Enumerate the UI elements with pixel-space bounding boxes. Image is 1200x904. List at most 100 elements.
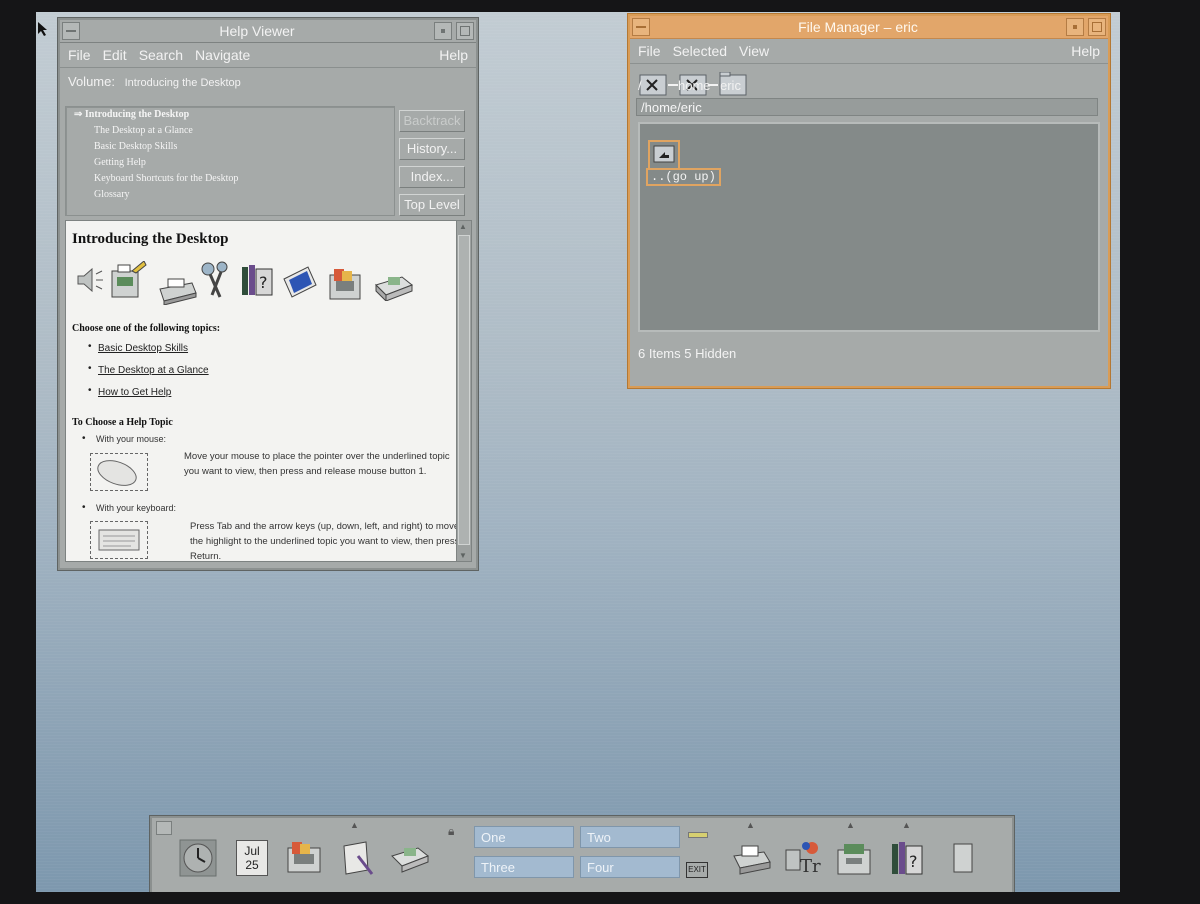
subpanel-up-arrow-icon[interactable]: ▲: [902, 820, 911, 830]
svg-text:?: ?: [909, 852, 918, 871]
help-content-pane: Introducing the Desktop ? Choose one of …: [65, 220, 463, 562]
desktop: Help Viewer File Edit Search Navigate He…: [36, 12, 1120, 892]
maximize-button[interactable]: [1088, 18, 1106, 36]
toc-item[interactable]: Getting Help: [66, 155, 394, 171]
printer-graphic-icon: [733, 845, 771, 875]
path-label-eric[interactable]: eric: [720, 78, 741, 93]
keys-icon: [201, 261, 228, 298]
bullet: •: [88, 385, 92, 396]
parent-folder-icon: [653, 145, 675, 163]
window-menu-button[interactable]: [632, 18, 650, 36]
window-menu-button[interactable]: [62, 22, 80, 40]
go-up-folder-icon[interactable]: [648, 140, 680, 170]
menu-selected[interactable]: Selected: [673, 43, 727, 59]
text-editor-icon[interactable]: [336, 836, 380, 880]
exit-button[interactable]: EXIT: [686, 862, 708, 878]
toc-item-label: Introducing the Desktop: [84, 109, 190, 120]
printer-icon: [159, 278, 197, 305]
keyboard-illustration: [90, 521, 148, 559]
svg-text:?: ?: [259, 273, 268, 292]
toc-item[interactable]: The Desktop at a Glance: [66, 123, 394, 139]
trash-graphic-icon: [953, 843, 973, 873]
maximize-button[interactable]: [456, 22, 474, 40]
volume-value: Introducing the Desktop: [124, 77, 241, 89]
application-manager-icon[interactable]: [832, 836, 876, 880]
topic-link-get-help[interactable]: How to Get Help: [98, 387, 171, 398]
desktop-style-icon: [283, 266, 317, 298]
toc-item[interactable]: Keyboard Shortcuts for the Desktop: [66, 171, 394, 187]
backtrack-button[interactable]: Backtrack: [399, 110, 465, 132]
mailer-icon[interactable]: [388, 836, 432, 880]
calendar-page: Jul 25: [236, 840, 268, 876]
workspace-two-button[interactable]: Two: [580, 826, 680, 848]
path-label-home[interactable]: home: [678, 78, 711, 93]
clock-icon[interactable]: [176, 836, 220, 880]
bullet: •: [82, 502, 86, 513]
menu-file[interactable]: File: [638, 43, 661, 59]
clock-face-icon: [179, 839, 217, 877]
root-folder-icon[interactable]: [639, 74, 667, 96]
to-choose-heading: To Choose a Help Topic: [72, 417, 173, 428]
top-level-button[interactable]: Top Level: [399, 194, 465, 216]
menu-view[interactable]: View: [739, 43, 769, 59]
toc-item-current[interactable]: ⇒ Introducing the Desktop: [66, 107, 394, 123]
status-line: 6 Items 5 Hidden: [638, 346, 737, 361]
calendar-month: Jul: [244, 844, 260, 858]
drawer-icon: [287, 842, 321, 873]
path-field[interactable]: /home/eric: [636, 98, 1098, 116]
scroll-thumb[interactable]: [458, 235, 470, 545]
app-drawer-icon: [837, 844, 871, 875]
svg-text:Tr: Tr: [800, 856, 821, 877]
menu-search[interactable]: Search: [139, 47, 183, 63]
menu-help[interactable]: Help: [439, 47, 468, 63]
menu-edit[interactable]: Edit: [103, 47, 127, 63]
file-view-area[interactable]: ..(go up): [638, 122, 1100, 332]
help-manager-icon[interactable]: ?: [886, 836, 930, 880]
scroll-up-icon[interactable]: ▲: [459, 222, 467, 231]
workspace-four-button[interactable]: Four: [580, 856, 680, 878]
panel-menu-button[interactable]: [156, 821, 172, 835]
file-manager-titlebar[interactable]: File Manager – eric: [630, 16, 1108, 39]
help-menubar: File Edit Search Navigate Help: [60, 43, 476, 68]
file-manager-window: File Manager – eric File Selected View H…: [628, 14, 1110, 388]
scroll-down-icon[interactable]: ▼: [459, 551, 467, 560]
choose-topics-heading: Choose one of the following topics:: [72, 323, 221, 334]
workspace-three-button[interactable]: Three: [474, 856, 574, 878]
subpanel-up-arrow-icon[interactable]: ▲: [746, 820, 755, 830]
topic-link-desktop-glance[interactable]: The Desktop at a Glance: [98, 365, 209, 376]
minimize-button[interactable]: [434, 22, 452, 40]
mouse-icon: [97, 460, 137, 486]
window-title: Help Viewer: [219, 23, 295, 39]
mouse-label: With your mouse:: [96, 434, 167, 444]
history-button[interactable]: History...: [399, 138, 465, 160]
index-button[interactable]: Index...: [399, 166, 465, 188]
go-up-label[interactable]: ..(go up): [646, 168, 721, 186]
help-scrollbar[interactable]: ▲ ▼: [456, 220, 472, 562]
help-viewer-titlebar[interactable]: Help Viewer: [60, 20, 476, 43]
file-manager-launcher-icon[interactable]: [282, 836, 326, 880]
toc-item[interactable]: Basic Desktop Skills: [66, 139, 394, 155]
menubar-spacer: [781, 43, 1059, 59]
subpanel-up-arrow-icon[interactable]: ▲: [846, 820, 855, 830]
lock-icon[interactable]: 🔒︎: [448, 824, 454, 839]
navigation-buttons: Backtrack History... Index... Top Level: [399, 110, 465, 222]
window-title: File Manager – eric: [798, 19, 918, 35]
menubar-spacer: [262, 47, 427, 63]
toc-item[interactable]: Glossary: [66, 187, 394, 203]
menu-file[interactable]: File: [68, 47, 91, 63]
minimize-button[interactable]: [1066, 18, 1084, 36]
calendar-icon[interactable]: Jul 25: [230, 836, 274, 880]
topic-tree[interactable]: ⇒ Introducing the Desktop The Desktop at…: [65, 106, 395, 216]
help-books-icon: ?: [242, 265, 273, 296]
workspace-one-button[interactable]: One: [474, 826, 574, 848]
trash-can-icon[interactable]: [940, 836, 984, 880]
menu-navigate[interactable]: Navigate: [195, 47, 250, 63]
subpanel-up-arrow-icon[interactable]: ▲: [350, 820, 359, 830]
keyboard-icon: [98, 529, 140, 551]
topic-link-basic-skills[interactable]: Basic Desktop Skills: [98, 343, 188, 354]
path-label-root[interactable]: /: [638, 78, 642, 93]
mail-tray-icon: [375, 276, 413, 301]
style-manager-icon[interactable]: Tr: [780, 836, 824, 880]
printer-icon[interactable]: [730, 836, 774, 880]
menu-help[interactable]: Help: [1071, 43, 1100, 59]
